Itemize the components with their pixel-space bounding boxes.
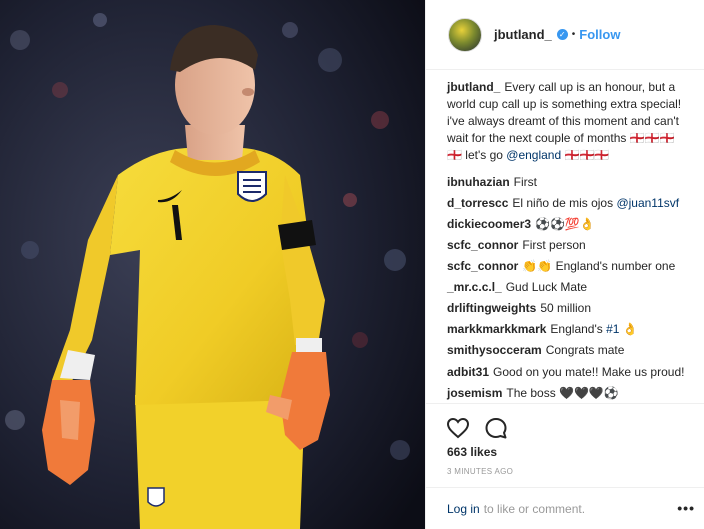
login-prompt: Log in to like or comment. xyxy=(426,487,704,529)
comment-text: ⚽⚽💯👌 xyxy=(535,217,595,231)
comment-text: First person xyxy=(522,238,586,252)
comment-username[interactable]: scfc_connor xyxy=(447,259,518,273)
header-username[interactable]: jbutland_ xyxy=(494,27,552,42)
comment-row: _mr.c.c.l_ Gud Luck Mate xyxy=(447,277,687,298)
comment-username[interactable]: dickiecoomer3 xyxy=(447,217,531,231)
post-actions: 663 likes 3 MINUTES AGO Log in to like o… xyxy=(426,403,704,529)
caption-mention[interactable]: @england xyxy=(506,148,561,162)
comment-row: adbit31 Good on you mate!! Make us proud! xyxy=(447,364,687,380)
comment-row: smithysocceram Congrats mate xyxy=(447,340,687,361)
separator-dot: • xyxy=(571,29,576,40)
comment-hashtag[interactable]: #1 👌 xyxy=(606,322,638,336)
comment-text: Gud Luck Mate xyxy=(505,280,588,294)
comment-text: England's xyxy=(550,322,603,336)
action-icons xyxy=(446,416,508,440)
more-options-button[interactable]: ••• xyxy=(677,500,695,516)
comment-text: 👏👏 England's number one xyxy=(522,259,676,273)
post-side-panel: jbutland_ ✓ • Follow jbutland_ Every call… xyxy=(425,0,704,529)
post-header: jbutland_ ✓ • Follow xyxy=(426,0,704,70)
comment-text: First xyxy=(513,175,537,189)
comment-mention[interactable]: @juan11svf xyxy=(616,196,679,210)
caption-tail: 🏴󠁧󠁢󠁥󠁮󠁧󠁿🏴󠁧󠁢󠁥󠁮󠁧󠁿🏴󠁧󠁢󠁥󠁮󠁧󠁿 xyxy=(564,148,610,162)
comment-row: drliftingweights 50 million xyxy=(447,298,687,319)
comment-list[interactable]: jbutland_ Every call up is an honour, but… xyxy=(426,71,704,403)
comment-username[interactable]: markkmarkkmark xyxy=(447,322,546,336)
post-timestamp[interactable]: 3 MINUTES AGO xyxy=(447,467,513,476)
verified-badge-icon: ✓ xyxy=(556,29,568,40)
comment-row: dickiecoomer3 ⚽⚽💯👌 xyxy=(447,214,687,235)
post-photo[interactable] xyxy=(0,0,425,529)
comment-username[interactable]: smithysocceram xyxy=(447,343,542,357)
comment-username[interactable]: josemism xyxy=(447,386,502,400)
comment-text: 50 million xyxy=(540,301,592,315)
comment-row: scfc_connor 👏👏 England's number one xyxy=(447,256,687,277)
comment-username[interactable]: adbit31 xyxy=(447,365,489,379)
comment-username[interactable]: scfc_connor xyxy=(447,238,518,252)
comment-row: scfc_connor First person xyxy=(447,235,687,256)
comment-text: Congrats mate xyxy=(545,343,625,357)
comment-text: The boss 🖤🖤🖤⚽ xyxy=(506,386,619,400)
comment-row: d_torrescc El niño de mis ojos @juan11svf xyxy=(447,193,687,214)
comment-username[interactable]: _mr.c.c.l_ xyxy=(447,280,502,294)
login-suffix: to like or comment. xyxy=(483,502,586,516)
crest-chest xyxy=(237,171,267,202)
caption-username[interactable]: jbutland_ xyxy=(447,80,500,94)
avatar[interactable] xyxy=(448,17,482,52)
login-link[interactable]: Log in xyxy=(447,502,480,516)
comment-text: El niño de mis ojos xyxy=(512,196,614,210)
comment-username[interactable]: ibnuhazian xyxy=(447,175,510,189)
comment-username[interactable]: d_torrescc xyxy=(447,196,508,210)
comment-text: Good on you mate!! Make us proud! xyxy=(493,365,685,379)
comment-row: ibnuhazian First xyxy=(447,172,687,193)
goalkeeper-photo-illustration xyxy=(0,0,425,529)
comment-row: josemism The boss 🖤🖤🖤⚽ xyxy=(447,383,687,403)
crest-shorts xyxy=(147,487,165,507)
heart-icon[interactable] xyxy=(446,416,470,440)
like-count[interactable]: 663 likes xyxy=(447,445,497,459)
comment-row: markkmarkkmark England's #1 👌 xyxy=(447,319,687,340)
follow-button[interactable]: Follow xyxy=(579,27,620,42)
post-caption: jbutland_ Every call up is an honour, but… xyxy=(447,79,687,164)
comment-username[interactable]: drliftingweights xyxy=(447,301,536,315)
speech-bubble-icon[interactable] xyxy=(484,416,508,440)
